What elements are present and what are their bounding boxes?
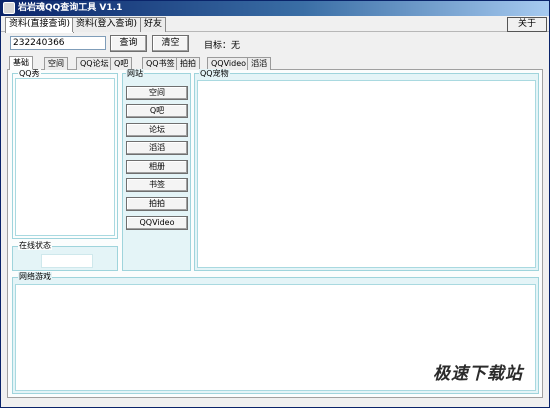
app-icon <box>3 2 15 14</box>
website-label: 网站 <box>126 69 144 78</box>
tab-qzone[interactable]: 空间 <box>44 57 68 70</box>
forum-button[interactable]: 论坛 <box>126 123 188 137</box>
main-window: 岩岩魂QQ查询工具 V1.1 资料(直接查询) 资料(登入查询) 好友 关于 查… <box>0 0 550 408</box>
paipai-button[interactable]: 拍拍 <box>126 197 188 211</box>
taotao-button[interactable]: 滔滔 <box>126 141 188 155</box>
tab-login-query[interactable]: 资料(登入查询) <box>72 17 142 32</box>
tab-qq-forum[interactable]: QQ论坛 <box>76 57 113 70</box>
online-status-field <box>41 254 93 268</box>
window-title: 岩岩魂QQ查询工具 V1.1 <box>18 3 123 13</box>
qq-show-image <box>15 78 115 236</box>
bookmark-button[interactable]: 书签 <box>126 178 188 192</box>
watermark-logo: 极速下载站 <box>433 364 523 384</box>
qq-number-input[interactable] <box>10 36 106 50</box>
title-bar: 岩岩魂QQ查询工具 V1.1 <box>1 1 549 16</box>
qzone-button[interactable]: 空间 <box>126 86 188 100</box>
about-button[interactable]: 关于 <box>507 17 547 32</box>
qq-show-label: QQ秀 <box>18 69 41 78</box>
qq-pet-label: QQ宠物 <box>199 69 230 78</box>
online-games-label: 网络游戏 <box>18 272 52 281</box>
tab-direct-query[interactable]: 资料(直接查询) <box>5 17 75 33</box>
qbar-button[interactable]: Q吧 <box>126 104 188 118</box>
tab-qq-bookmark[interactable]: QQ书签 <box>142 57 179 70</box>
online-status-label: 在线状态 <box>18 241 52 250</box>
qqvideo-button[interactable]: QQVideo <box>126 216 188 230</box>
qq-pet-area <box>197 80 536 268</box>
tab-friends[interactable]: 好友 <box>140 17 167 32</box>
tab-paipai[interactable]: 拍拍 <box>176 57 200 70</box>
tab-taotao[interactable]: 滔滔 <box>247 57 271 70</box>
target-status: 目标：无 <box>204 41 241 51</box>
query-button[interactable]: 查询 <box>110 35 147 52</box>
album-button[interactable]: 相册 <box>126 160 188 174</box>
tab-basic[interactable]: 基础 <box>9 56 33 70</box>
clear-button[interactable]: 清空 <box>152 35 189 52</box>
